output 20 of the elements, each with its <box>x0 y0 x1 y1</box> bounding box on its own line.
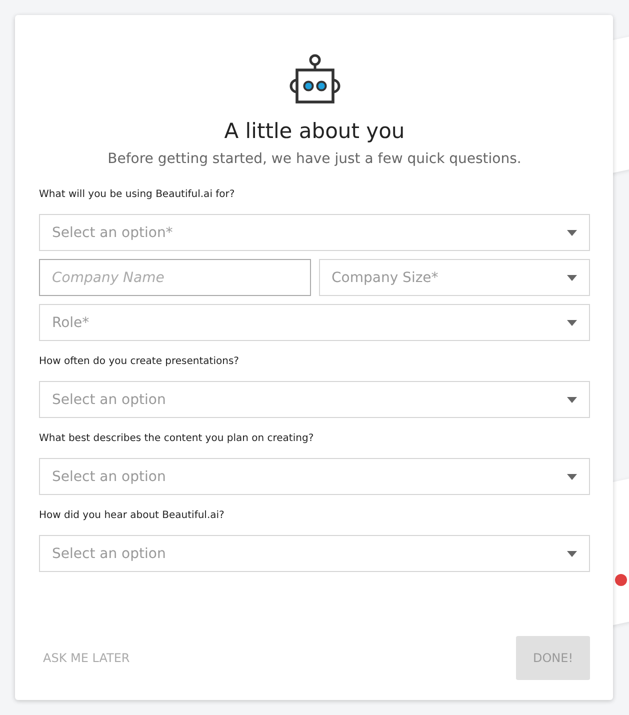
ask-later-button[interactable]: ASK ME LATER <box>39 651 134 665</box>
caret-icon <box>567 474 577 480</box>
question-label: What will you be using Beautiful.ai for? <box>39 189 236 200</box>
caret-icon <box>567 274 577 280</box>
dropdown-field[interactable]: Company Size* <box>318 259 590 296</box>
caret-icon <box>567 320 577 326</box>
dropdown-field[interactable]: Select an option <box>39 535 590 572</box>
dropdown-field[interactable]: Role* <box>39 304 590 341</box>
dialog-title: A little about you <box>223 119 406 143</box>
dialog-subtitle: Before getting started, we have just a few quick questions. <box>106 151 522 167</box>
caret-icon <box>567 396 577 402</box>
caret-icon <box>567 550 577 556</box>
dropdown-field[interactable]: Select an option <box>39 381 590 418</box>
question-label: How often do you create presentations? <box>39 356 240 367</box>
caret-icon <box>567 230 577 236</box>
dropdown-field[interactable]: Select an option <box>39 458 590 495</box>
question-label: What best describes the content you plan on creating? <box>39 433 315 444</box>
dropdown-field[interactable]: Select an option* <box>39 214 590 251</box>
question-label: How did you hear about Beautiful.ai? <box>39 510 226 521</box>
input-field[interactable]: Company Name <box>39 259 310 296</box>
